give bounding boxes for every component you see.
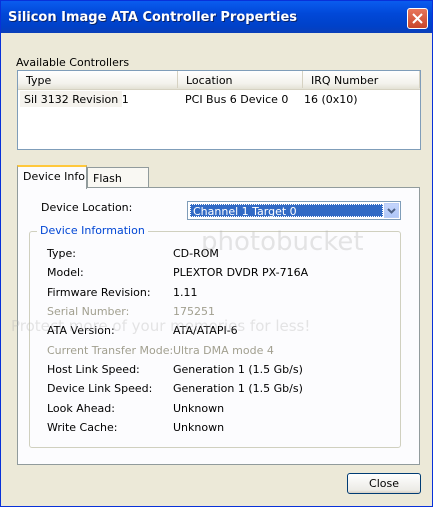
available-controllers-label: Available Controllers — [16, 56, 130, 69]
info-value-device-link-speed: Generation 1 (1.5 Gb/s) — [173, 382, 303, 395]
info-label-device-link-speed: Device Link Speed: — [47, 382, 153, 395]
info-label-firmware: Firmware Revision: — [47, 286, 151, 299]
properties-dialog: Silicon Image ATA Controller Properties … — [0, 0, 433, 507]
info-value-ata-version: ATA/ATAPI-6 — [173, 324, 238, 337]
window-close-button[interactable] — [407, 8, 428, 29]
info-label-host-link-speed: Host Link Speed: — [47, 363, 140, 376]
info-value-firmware: 1.11 — [173, 286, 198, 299]
column-header-irq[interactable]: IRQ Number — [303, 71, 420, 88]
info-label-type: Type: — [47, 247, 76, 260]
info-label-serial: Serial Number: — [47, 305, 130, 318]
chevron-down-icon — [387, 208, 396, 214]
device-location-label: Device Location: — [41, 201, 133, 214]
controller-irq-cell[interactable]: 16 (0x10) — [304, 93, 358, 106]
close-button[interactable]: Close — [347, 473, 421, 494]
close-icon — [412, 13, 423, 24]
title-bar[interactable]: Silicon Image ATA Controller Properties — [1, 1, 432, 33]
controller-location-cell[interactable]: PCI Bus 6 Device 0 — [185, 93, 288, 106]
info-label-model: Model: — [47, 266, 84, 279]
device-location-value: Channel 1 Target 0 — [190, 204, 383, 218]
info-value-look-ahead: Unknown — [173, 402, 225, 415]
info-value-write-cache: Unknown — [173, 421, 225, 434]
info-label-ata-version: ATA Version: — [47, 324, 115, 337]
tab-flash-bios[interactable]: Flash BIOS — [87, 167, 149, 198]
controller-type-cell[interactable]: SiI 3132 Revision 1 — [24, 93, 129, 106]
column-header-type[interactable]: Type — [18, 71, 178, 88]
info-value-host-link-speed: Generation 1 (1.5 Gb/s) — [173, 363, 303, 376]
tab-device-info[interactable]: Device Info — [17, 165, 87, 189]
device-location-select[interactable]: Channel 1 Target 0 — [187, 201, 401, 220]
window-title: Silicon Image ATA Controller Properties — [8, 10, 298, 25]
info-value-serial: 175251 — [173, 305, 215, 318]
info-label-transfer-mode: Current Transfer Mode: — [47, 344, 174, 357]
controllers-list-header: Type Location IRQ Number — [18, 71, 420, 90]
device-information-title: Device Information — [37, 224, 148, 237]
info-value-model: PLEXTOR DVDR PX-716A — [173, 266, 309, 279]
info-label-look-ahead: Look Ahead: — [47, 402, 115, 415]
column-header-location[interactable]: Location — [178, 71, 303, 88]
device-information-group — [29, 231, 401, 448]
controllers-list[interactable]: Type Location IRQ Number SiI 3132 Revisi… — [17, 70, 421, 150]
dropdown-button[interactable] — [384, 203, 399, 218]
info-value-transfer-mode: Ultra DMA mode 4 — [173, 344, 274, 357]
info-value-type: CD-ROM — [173, 247, 219, 260]
info-label-write-cache: Write Cache: — [47, 421, 118, 434]
